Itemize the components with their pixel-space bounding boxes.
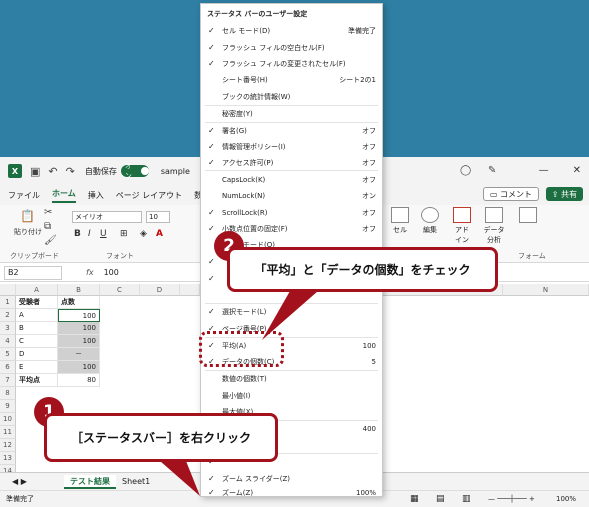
step2-callout: 「平均」と「データの個数」をチェック: [227, 247, 498, 292]
step1-pointer: [160, 461, 200, 496]
step1-callout: ［ステータスバー］を右クリック: [44, 413, 278, 462]
step2-pointer: [262, 291, 318, 340]
